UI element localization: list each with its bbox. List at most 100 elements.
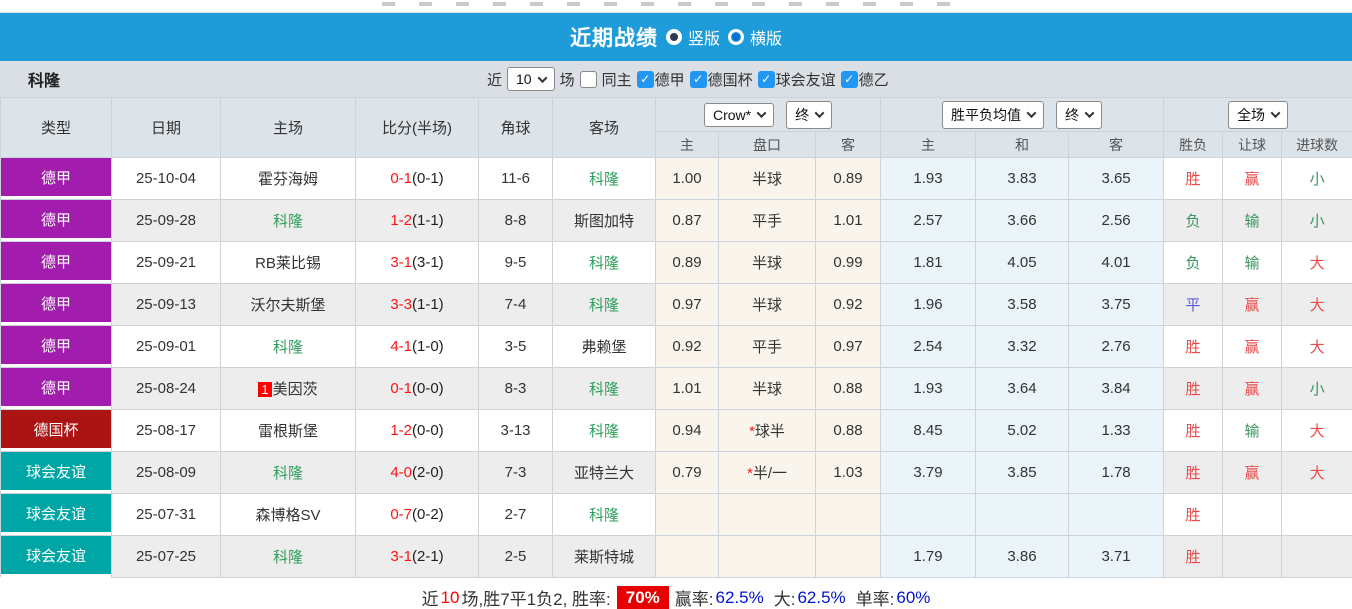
away-team[interactable]: 科隆 (552, 367, 656, 410)
win-rate-badge: 70% (616, 585, 669, 609)
same-home-checkbox[interactable] (579, 70, 597, 88)
checked-checkbox-icon[interactable]: ✓ (636, 70, 654, 88)
league-badge: 德甲 (0, 199, 112, 242)
result-wdl: 负 (1163, 199, 1224, 242)
home-team[interactable]: 科隆 (220, 325, 356, 368)
result-handicap: 输 (1222, 241, 1283, 284)
home-team[interactable]: 科隆 (220, 535, 356, 578)
league-badge: 球会友谊 (0, 493, 112, 536)
result-handicap: 赢 (1222, 451, 1283, 494)
avg-odds-draw: 3.32 (975, 325, 1070, 368)
odds-source-header: Crow* 终 (654, 97, 882, 132)
table-row: 德国杯 25-08-17 雷根斯堡 1-2(0-0) 3-13 科隆 0.94 … (0, 409, 1352, 452)
away-team[interactable]: 斯图加特 (552, 199, 656, 242)
chevron-down-icon (1270, 108, 1281, 119)
handicap-odds-away: 0.92 (814, 283, 882, 326)
home-team[interactable]: 科隆 (220, 451, 356, 494)
checked-checkbox-icon[interactable]: ✓ (689, 70, 707, 88)
near-label: 近 (487, 71, 503, 89)
team-name: 科隆 (28, 73, 61, 90)
table-row: 德甲 25-10-04 霍芬海姆 0-1(0-1) 11-6 科隆 1.00 半… (0, 157, 1352, 200)
away-team[interactable]: 科隆 (552, 283, 656, 326)
col-header-corner: 角球 (478, 97, 553, 158)
home-team[interactable]: 森博格SV (220, 493, 356, 536)
handicap-line: *半/一 (718, 451, 816, 494)
radio-horizontal-label[interactable]: 横版 (750, 25, 782, 49)
sub-header-avg-draw: 和 (975, 131, 1070, 158)
col-header-date: 日期 (111, 97, 221, 158)
away-team[interactable]: 弗赖堡 (552, 325, 656, 368)
result-wdl: 胜 (1163, 535, 1224, 578)
avg-odds-lose: 3.75 (1068, 283, 1165, 326)
result-goals: 大 (1281, 283, 1352, 326)
match-count-select[interactable]: 10 (507, 67, 555, 91)
home-team[interactable]: RB莱比锡 (220, 241, 356, 284)
league-filter-bundesliga2[interactable]: ✓ 德乙 (840, 69, 889, 90)
home-team[interactable]: 科隆 (220, 199, 356, 242)
home-team[interactable]: 沃尔夫斯堡 (220, 283, 356, 326)
over-rate-label: 大: (773, 590, 796, 609)
result-goals: 大 (1281, 325, 1352, 368)
result-goals: 大 (1281, 241, 1352, 284)
result-wdl: 胜 (1163, 493, 1224, 536)
avg-odds-win: 8.45 (880, 409, 977, 452)
table-row: 德甲 25-09-28 科隆 1-2(1-1) 8-8 斯图加特 0.87 平手… (0, 199, 1352, 242)
corners: 2-5 (478, 535, 553, 578)
avg-odds-draw: 3.66 (975, 199, 1070, 242)
clipped-toolbar-strip (0, 0, 1352, 13)
league-badge: 球会友谊 (0, 535, 112, 577)
corners: 7-3 (478, 451, 553, 494)
result-handicap: 赢 (1222, 367, 1283, 410)
away-team[interactable]: 科隆 (552, 157, 656, 200)
radio-selected-icon[interactable] (665, 29, 682, 45)
result-goals: 大 (1281, 409, 1352, 452)
avg-odds-win: 2.54 (880, 325, 977, 368)
home-team[interactable]: 1 美因茨 (220, 367, 356, 410)
clipped-text-fragments (382, 2, 972, 6)
match-date: 25-08-09 (111, 451, 221, 494)
single-rate-label: 单率: (855, 590, 895, 609)
away-team[interactable]: 科隆 (552, 241, 656, 284)
summary-record: 场,胜7平1负2, 胜率: (461, 590, 611, 609)
checked-checkbox-icon[interactable]: ✓ (840, 70, 858, 88)
avg-odds-lose: 4.01 (1068, 241, 1165, 284)
scope-select[interactable]: 全场 (1228, 100, 1289, 129)
league-filter-dfb-pokal[interactable]: ✓ 德国杯 (689, 69, 753, 90)
corners: 3-5 (478, 325, 553, 368)
league-filter-friendly[interactable]: ✓ 球会友谊 (757, 69, 836, 90)
chevron-down-icon (537, 72, 548, 83)
odds-time-select[interactable]: 终 (786, 100, 833, 129)
avg-metric-select[interactable]: 胜平负均值 (942, 100, 1045, 129)
handicap-odds-away (814, 535, 882, 578)
sub-header-avg-lose: 客 (1068, 131, 1165, 158)
avg-odds-lose: 2.56 (1068, 199, 1165, 242)
home-team[interactable]: 霍芬海姆 (220, 157, 356, 200)
match-date: 25-08-17 (111, 409, 221, 452)
avg-time-select[interactable]: 终 (1056, 100, 1103, 129)
league-filter-bundesliga[interactable]: ✓ 德甲 (636, 69, 685, 90)
radio-unselected-icon[interactable] (728, 29, 744, 45)
layout-radio-vertical[interactable]: 竖版 (665, 25, 720, 49)
handicap-odds-away: 1.01 (814, 199, 882, 242)
avg-odds-lose: 1.78 (1068, 451, 1165, 494)
layout-radio-horizontal[interactable]: 横版 (728, 25, 782, 49)
away-team[interactable]: 亚特兰大 (552, 451, 656, 494)
home-team[interactable]: 雷根斯堡 (220, 409, 356, 452)
result-wdl: 负 (1163, 241, 1224, 284)
handicap-rate-value: 62.5% (715, 587, 764, 607)
filter-bar: 科隆 近 10 场 同主 ✓ 德甲 ✓ 德国杯 ✓ 球会友谊 ✓ 德乙 (0, 61, 1352, 97)
radio-vertical-label[interactable]: 竖版 (688, 25, 720, 49)
result-handicap: 赢 (1222, 157, 1283, 200)
away-team[interactable]: 莱斯特城 (552, 535, 656, 578)
odds-company-select[interactable]: Crow* (703, 102, 775, 127)
handicap-odds-away: 0.99 (814, 241, 882, 284)
match-date: 25-08-24 (111, 367, 221, 410)
checked-checkbox-icon[interactable]: ✓ (757, 70, 775, 88)
away-team[interactable]: 科隆 (552, 493, 656, 536)
handicap-odds-away: 0.89 (814, 157, 882, 200)
over-rate-value: 62.5% (797, 587, 846, 607)
handicap-line: *球半 (718, 409, 816, 452)
sub-header-home-odds: 主 (655, 131, 719, 158)
away-team[interactable]: 科隆 (552, 409, 656, 452)
chevron-down-icon (814, 108, 825, 119)
